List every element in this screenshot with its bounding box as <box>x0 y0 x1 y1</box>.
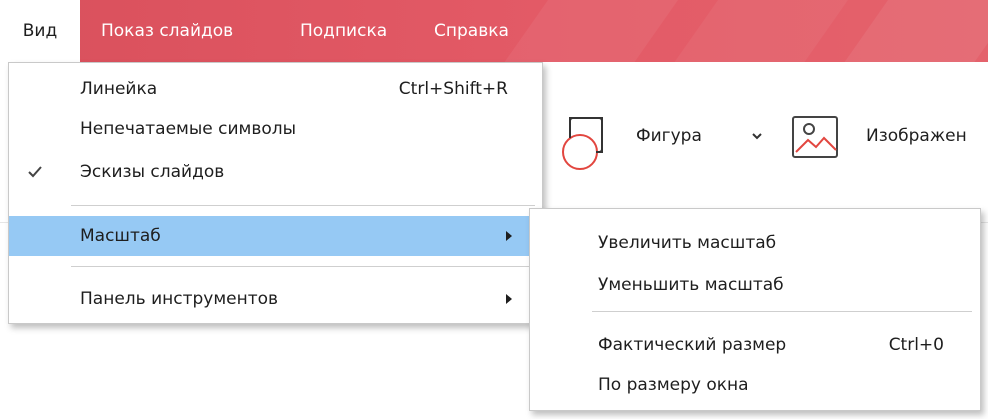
menu-bar: Вид Показ слайдов Подписка Справка <box>0 0 988 62</box>
menu-item-label: Эскизы слайдов <box>80 162 225 182</box>
menu-item-label: Увеличить масштаб <box>598 233 777 253</box>
image-icon[interactable] <box>790 114 840 160</box>
menu-item-actual-size[interactable]: Фактический размер Ctrl+0 <box>530 325 980 365</box>
menu-help[interactable]: Справка <box>434 0 509 62</box>
submenu-arrow-icon <box>506 231 512 241</box>
check-icon <box>28 166 42 178</box>
submenu-arrow-icon <box>506 294 512 304</box>
chevron-down-icon[interactable] <box>751 130 763 142</box>
image-button-label[interactable]: Изображен <box>866 126 967 146</box>
menu-subscription[interactable]: Подписка <box>300 0 387 62</box>
menu-item-label: Панель инструментов <box>80 289 279 309</box>
menu-view[interactable]: Вид <box>0 0 80 62</box>
menu-item-slide-thumbnails[interactable]: Эскизы слайдов <box>9 152 542 192</box>
menu-separator <box>71 266 535 267</box>
menu-item-zoom[interactable]: Масштаб <box>9 216 542 256</box>
menu-item-shortcut: Ctrl+Shift+R <box>398 79 508 99</box>
menu-separator <box>592 311 972 312</box>
menu-item-label: Фактический размер <box>598 335 787 355</box>
zoom-submenu: Увеличить масштаб Уменьшить масштаб Факт… <box>529 208 981 411</box>
menu-item-ruler[interactable]: Линейка Ctrl+Shift+R <box>9 69 542 109</box>
menu-item-fit-window[interactable]: По размеру окна <box>530 365 980 405</box>
shape-button-label[interactable]: Фигура <box>636 126 702 146</box>
shape-icon[interactable] <box>560 110 610 170</box>
view-menu: Линейка Ctrl+Shift+R Непечатаемые символ… <box>8 62 543 324</box>
menu-item-zoom-out[interactable]: Уменьшить масштаб <box>530 265 980 305</box>
menu-slideshow[interactable]: Показ слайдов <box>101 0 233 62</box>
menu-item-label: Масштаб <box>80 226 161 246</box>
menu-item-label: Уменьшить масштаб <box>598 275 784 295</box>
menu-item-zoom-in[interactable]: Увеличить масштаб <box>530 223 980 263</box>
menu-separator <box>71 205 535 206</box>
menu-item-label: По размеру окна <box>598 375 749 395</box>
menu-item-label: Линейка <box>80 79 158 99</box>
menu-item-shortcut: Ctrl+0 <box>888 335 944 355</box>
menu-item-toolbar[interactable]: Панель инструментов <box>9 279 542 319</box>
menu-item-label: Непечатаемые символы <box>80 119 297 139</box>
menu-item-nonprinting-chars[interactable]: Непечатаемые символы <box>9 109 542 149</box>
